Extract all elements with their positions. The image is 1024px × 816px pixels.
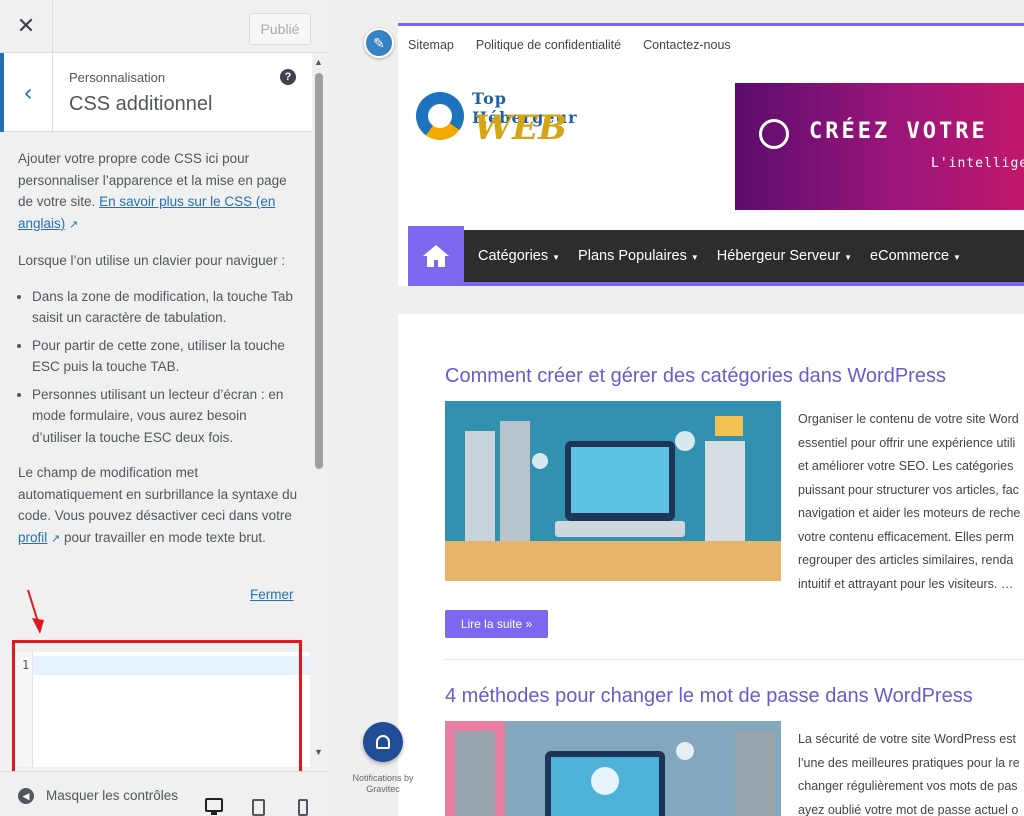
tablet-preview-icon[interactable]	[252, 799, 265, 816]
list-item: Pour partir de cette zone, utiliser la t…	[32, 335, 298, 378]
close-icon[interactable]: ✕	[0, 0, 53, 53]
customizer-footer: ◀ Masquer les contrôles	[0, 771, 327, 816]
logo-line-2: WEB	[474, 108, 567, 148]
back-button[interactable]: ‹	[0, 53, 53, 132]
post-thumbnail[interactable]	[445, 721, 781, 816]
section-title: CSS additionnel	[69, 93, 213, 115]
site-logo[interactable]: Top Hébergeur WEB	[416, 84, 616, 156]
home-icon	[423, 245, 449, 267]
section-header: ‹ Personnalisation CSS additionnel ?	[0, 53, 312, 132]
customizer-sidebar: ✕ Publié ‹ Personnalisation CSS addition…	[0, 0, 327, 816]
list-item: Dans la zone de modification, la touche …	[32, 286, 298, 329]
section-description: Ajouter votre propre code CSS ici pour p…	[18, 148, 298, 564]
main-navigation: Catégories ▼ Plans Populaires ▼ Hébergeur …	[408, 226, 1024, 286]
menu-item-popular-plans[interactable]: Plans Populaires ▼	[578, 248, 699, 264]
breadcrumb: Personnalisation	[69, 70, 166, 85]
syntax-paragraph: Le champ de modification met automatique…	[18, 462, 298, 550]
post-title[interactable]: Comment créer et gérer des catégories da…	[445, 365, 946, 388]
scrollbar-thumb[interactable]	[315, 73, 323, 469]
post-excerpt: Organiser le contenu de votre site Word …	[798, 412, 1021, 591]
syntax-text-end: pour travailler en mode texte brut.	[64, 529, 266, 545]
caret-down-icon: ▼	[953, 253, 961, 262]
logo-emblem-icon	[416, 92, 464, 140]
profile-link[interactable]: profil	[18, 530, 47, 545]
notifications-bell-button[interactable]	[363, 722, 403, 762]
site-header: Sitemap Politique de confidentialité Con…	[398, 23, 1024, 286]
close-description-link[interactable]: Fermer	[250, 587, 294, 602]
mobile-preview-icon[interactable]	[298, 799, 308, 816]
post-excerpt: La sécurité de votre site WordPress est …	[798, 732, 1020, 816]
post-item: 4 méthodes pour changer le mot de passe …	[423, 685, 1024, 816]
customizer-header: ✕ Publié	[0, 0, 327, 53]
publish-button[interactable]: Publié	[249, 13, 311, 45]
keyboard-intro: Lorsque l’on utilise un clavier pour nav…	[18, 253, 286, 268]
collapse-icon[interactable]: ◀	[18, 788, 34, 804]
external-link-icon: ↗	[51, 532, 61, 545]
scroll-up-icon[interactable]: ▲	[314, 57, 323, 67]
keyboard-tips-list: Dans la zone de modification, la touche …	[32, 286, 298, 449]
chevron-left-icon: ‹	[23, 78, 33, 107]
caret-down-icon: ▼	[690, 253, 699, 262]
site-preview: ✎ Sitemap Politique de confidentialité C…	[327, 0, 1024, 816]
post-divider	[445, 659, 1024, 660]
scroll-down-icon[interactable]: ▼	[314, 747, 323, 757]
banner-subtext: L'intelligen	[931, 156, 1024, 171]
post-item: Comment créer et gérer des catégories da…	[423, 365, 1024, 665]
nav-link-privacy[interactable]: Politique de confidentialité	[476, 38, 621, 52]
help-icon[interactable]: ?	[280, 69, 296, 85]
main-nav-items: Catégories ▼ Plans Populaires ▼ Hébergeur …	[478, 230, 961, 282]
nav-link-contact[interactable]: Contactez-nous	[643, 38, 731, 52]
posts-container: Comment créer et gérer des catégories da…	[398, 314, 1024, 816]
header-ad-banner[interactable]: CRÉEZ VOTRE L'intelligen	[735, 83, 1024, 210]
menu-item-ecommerce[interactable]: eCommerce ▼	[870, 248, 961, 264]
read-more-button[interactable]: Lire la suite »	[445, 610, 548, 638]
intro-paragraph: Ajouter votre propre code CSS ici pour p…	[18, 148, 298, 236]
caret-down-icon: ▼	[844, 253, 853, 262]
notifications-label: Notifications by Gravitec	[352, 773, 414, 794]
syntax-text: Le champ de modification met automatique…	[18, 465, 298, 523]
home-button[interactable]	[408, 226, 464, 286]
nav-link-sitemap[interactable]: Sitemap	[408, 38, 454, 52]
pencil-icon[interactable]: ✎	[364, 28, 394, 58]
desktop-preview-icon[interactable]	[205, 798, 223, 815]
red-arrow-annotation	[27, 589, 44, 634]
globe-icon	[759, 119, 789, 149]
highlight-box-annotation	[12, 640, 302, 783]
banner-headline: CRÉEZ VOTRE	[809, 119, 988, 144]
external-link-icon: ↗	[69, 218, 79, 231]
hide-controls-button[interactable]: Masquer les contrôles	[46, 788, 178, 803]
post-thumbnail[interactable]	[445, 401, 781, 581]
top-navigation: Sitemap Politique de confidentialité Con…	[408, 38, 731, 52]
list-item: Personnes utilisant un lecteur d’écran :…	[32, 384, 298, 449]
menu-item-server-hosting[interactable]: Hébergeur Serveur ▼	[717, 248, 852, 264]
post-title[interactable]: 4 méthodes pour changer le mot de passe …	[445, 685, 973, 708]
sidebar-scrollbar[interactable]: ▲ ▼	[312, 53, 327, 771]
bell-icon	[376, 735, 390, 749]
menu-item-categories[interactable]: Catégories ▼	[478, 248, 560, 264]
caret-down-icon: ▼	[552, 253, 561, 262]
